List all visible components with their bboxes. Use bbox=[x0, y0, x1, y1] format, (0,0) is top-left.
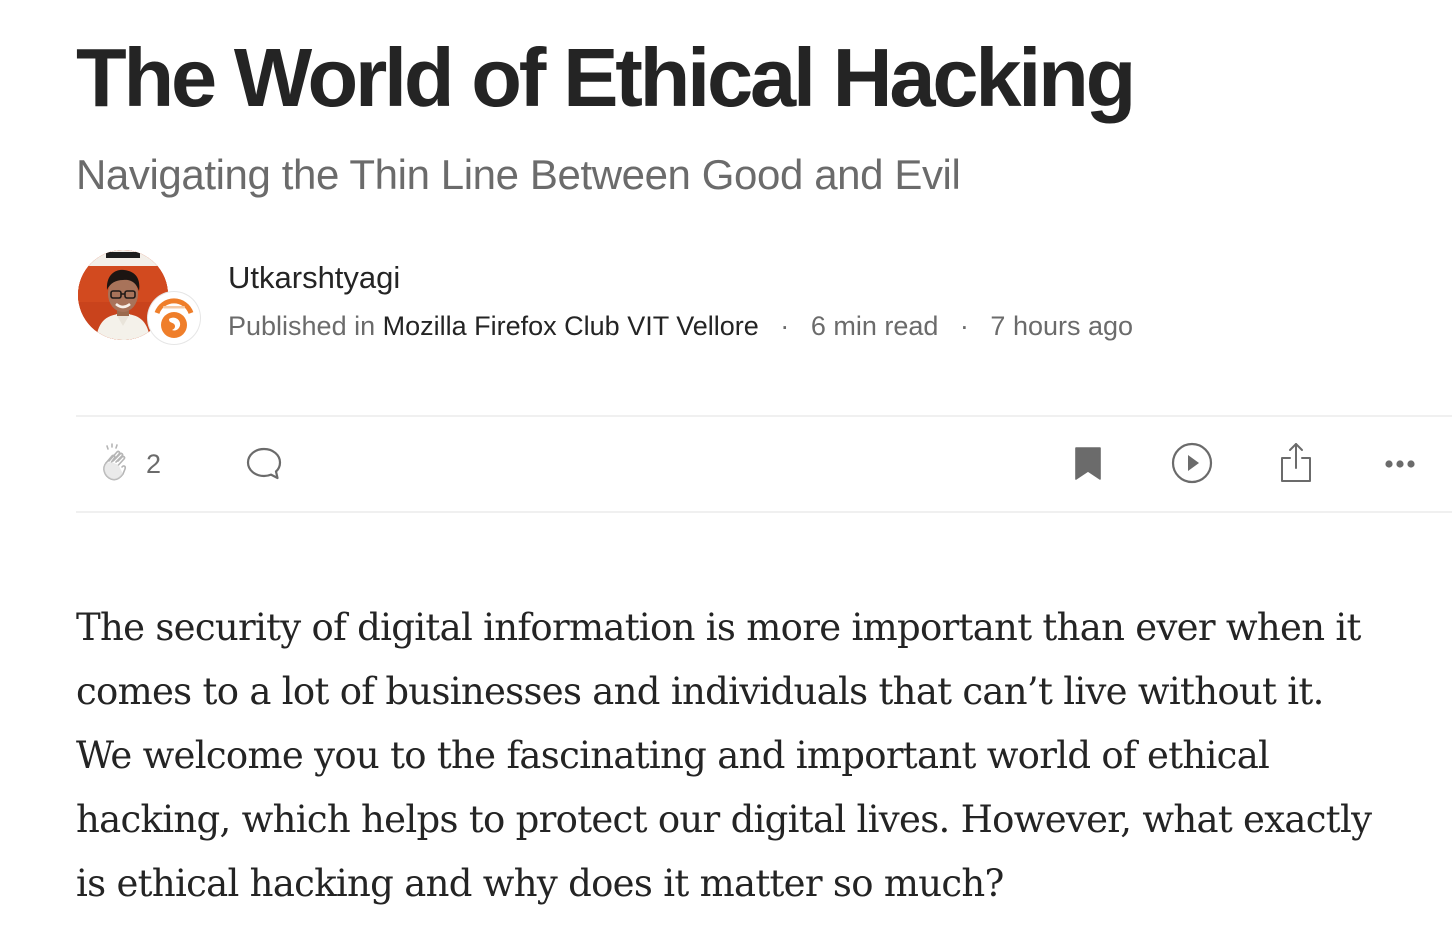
firefox-club-logo-icon bbox=[150, 294, 198, 342]
comment-button[interactable] bbox=[242, 441, 286, 485]
published-in-label: Published in bbox=[228, 311, 376, 341]
meta-separator: · bbox=[780, 311, 790, 341]
article-title: The World of Ethical Hacking bbox=[76, 31, 1136, 124]
published-time: 7 hours ago bbox=[990, 311, 1134, 341]
article-action-bar: 2 bbox=[76, 415, 1452, 513]
more-icon bbox=[1385, 460, 1415, 468]
publication-link[interactable]: Mozilla Firefox Club VIT Vellore bbox=[383, 311, 759, 341]
more-button[interactable] bbox=[1378, 441, 1422, 485]
meta-separator: · bbox=[959, 311, 969, 341]
clap-button[interactable] bbox=[94, 441, 138, 485]
play-icon bbox=[1171, 442, 1213, 484]
share-icon bbox=[1281, 443, 1311, 482]
comment-icon bbox=[246, 447, 282, 480]
avatar-group bbox=[78, 250, 200, 344]
article-paragraph: The security of digital information is m… bbox=[76, 606, 1372, 905]
clap-icon bbox=[103, 443, 127, 481]
author-name[interactable]: Utkarshtyagi bbox=[228, 258, 400, 298]
bookmark-button[interactable] bbox=[1066, 441, 1110, 485]
publication-badge[interactable] bbox=[148, 292, 200, 344]
byline: Utkarshtyagi Published in Mozilla Firefo… bbox=[76, 248, 1276, 348]
read-time: 6 min read bbox=[810, 311, 939, 341]
bookmark-icon bbox=[1075, 447, 1101, 480]
share-button[interactable] bbox=[1274, 441, 1318, 485]
article-subtitle: Navigating the Thin Line Between Good an… bbox=[76, 151, 961, 198]
article-meta: Published in Mozilla Firefox Club VIT Ve… bbox=[228, 308, 1133, 344]
listen-button[interactable] bbox=[1170, 441, 1214, 485]
clap-count: 2 bbox=[146, 449, 162, 479]
